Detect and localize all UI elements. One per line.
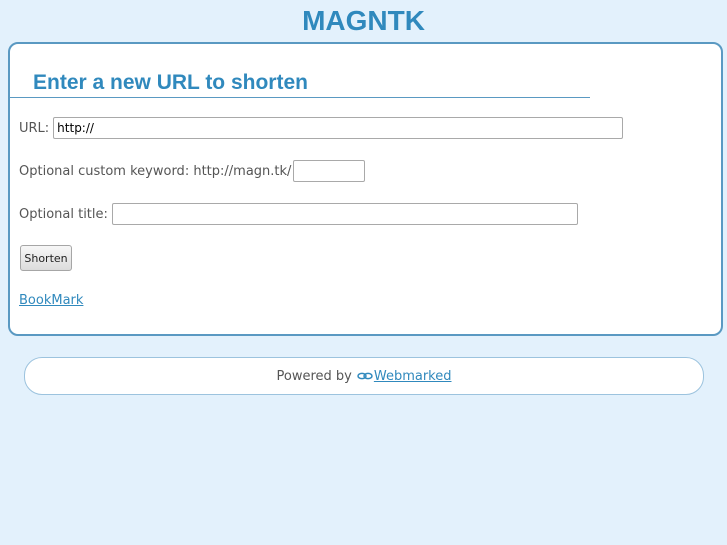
heading-divider [10,97,590,98]
webmarked-link[interactable]: Webmarked [374,369,452,384]
keyword-input[interactable] [293,160,366,182]
powered-by-text: Powered by [276,368,352,384]
link-chain-icon [357,369,373,384]
title-row: Optional title: [19,203,578,225]
shorten-button[interactable]: Shorten [20,245,72,271]
url-input[interactable] [53,117,624,139]
shorten-form-panel: Enter a new URL to shorten URL: Optional… [8,42,723,336]
bookmark-link[interactable]: BookMark [19,293,83,308]
title-label: Optional title: [19,206,108,222]
site-title: MAGNTK [302,5,425,36]
footer: Powered by Webmarked [24,357,704,395]
keyword-row: Optional custom keyword: http://magn.tk/ [19,160,366,182]
url-label: URL: [19,120,50,136]
title-input[interactable] [111,203,578,225]
section-heading: Enter a new URL to shorten [33,71,308,94]
url-row: URL: [19,117,624,139]
keyword-label: Optional custom keyword: http://magn.tk/ [19,163,292,179]
